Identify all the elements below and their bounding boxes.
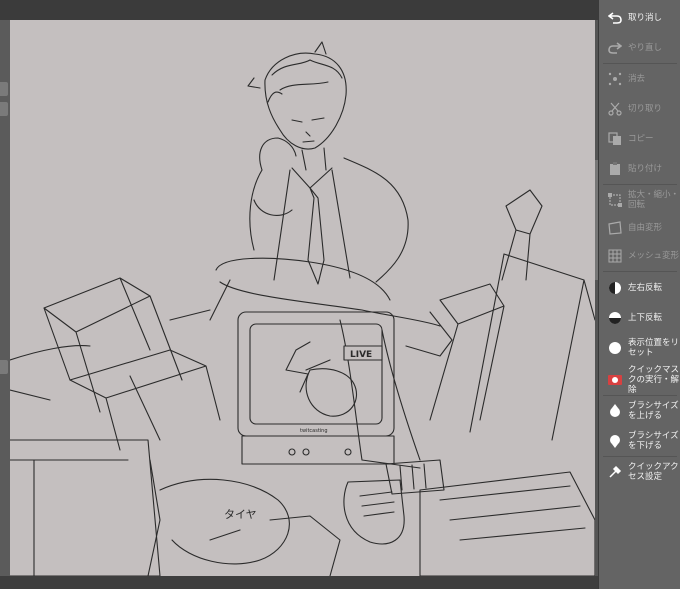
panel-item-label: やり直し bbox=[628, 43, 663, 53]
panel-item-brush-size-up[interactable]: ブラシサイズ を上げる bbox=[599, 396, 680, 426]
tv-live-label: LIVE bbox=[350, 350, 372, 360]
cut-icon bbox=[607, 101, 623, 117]
quick-access-settings-icon bbox=[607, 464, 623, 480]
flip-horizontal-icon bbox=[607, 280, 623, 296]
panel-item-label: 消去 bbox=[628, 74, 646, 84]
quick-access-panel: 取り消し やり直し 消去 切り取り コピー 貼り付け 拡大・縮小・ 回転 自由変… bbox=[598, 0, 680, 589]
panel-item-quick-access-settings[interactable]: クイックアク セス設定 bbox=[599, 457, 680, 487]
clear-icon bbox=[607, 71, 623, 87]
copy-icon bbox=[607, 131, 623, 147]
free-transform-icon bbox=[607, 220, 623, 236]
mesh-transform-icon bbox=[607, 248, 623, 264]
undo-icon bbox=[607, 10, 623, 26]
panel-item-scale-rotate[interactable]: 拡大・縮小・ 回転 bbox=[599, 185, 680, 215]
panel-item-label: 自由変形 bbox=[628, 223, 663, 233]
panel-item-free-transform[interactable]: 自由変形 bbox=[599, 213, 680, 243]
redo-icon bbox=[607, 40, 623, 56]
panel-item-flip-vertical[interactable]: 上下反転 bbox=[599, 303, 680, 333]
panel-item-label: 取り消し bbox=[628, 13, 663, 23]
left-strip-tab[interactable] bbox=[0, 102, 8, 116]
left-strip-tab[interactable] bbox=[0, 360, 8, 374]
panel-item-quick-mask[interactable]: クイックマス クの実行・解除 bbox=[599, 365, 680, 395]
panel-item-label: 切り取り bbox=[628, 104, 663, 114]
panel-divider bbox=[603, 271, 677, 272]
panel-item-label: 上下反転 bbox=[628, 313, 663, 323]
scale-rotate-icon bbox=[607, 192, 623, 208]
panel-item-label: ブラシサイズ を上げる bbox=[628, 401, 679, 421]
panel-item-redo[interactable]: やり直し bbox=[599, 33, 680, 63]
flip-vertical-icon bbox=[607, 310, 623, 326]
panel-item-cut[interactable]: 切り取り bbox=[599, 94, 680, 124]
bottom-status-bar bbox=[0, 576, 598, 589]
panel-item-label: 貼り付け bbox=[628, 164, 663, 174]
panel-item-label: クイックマス クの実行・解除 bbox=[628, 365, 680, 395]
quick-mask-icon bbox=[607, 372, 623, 388]
brush-size-down-icon bbox=[607, 433, 623, 449]
panel-item-undo[interactable]: 取り消し bbox=[599, 3, 680, 33]
top-toolbar bbox=[0, 0, 598, 20]
brush-size-up-icon bbox=[607, 403, 623, 419]
panel-item-label: コピー bbox=[628, 134, 654, 144]
panel-item-clear[interactable]: 消去 bbox=[599, 64, 680, 94]
reset-view-icon bbox=[607, 340, 623, 356]
panel-item-mesh-transform[interactable]: メッシュ変形 bbox=[599, 241, 680, 271]
left-tool-strip bbox=[0, 20, 10, 589]
panel-item-label: クイックアク セス設定 bbox=[628, 462, 679, 482]
panel-item-label: メッシュ変形 bbox=[628, 251, 680, 261]
artist-signature: タイヤ bbox=[224, 508, 257, 521]
panel-item-flip-horizontal[interactable]: 左右反転 bbox=[599, 273, 680, 303]
panel-item-reset-view[interactable]: 表示位置をリ セット bbox=[599, 333, 680, 363]
drawing-canvas[interactable]: LIVE twitcasting タイヤ bbox=[10, 20, 595, 576]
tv-caption: twitcasting bbox=[300, 428, 328, 434]
panel-item-paste[interactable]: 貼り付け bbox=[599, 154, 680, 184]
panel-item-label: 表示位置をリ セット bbox=[628, 338, 680, 358]
panel-item-label: 左右反転 bbox=[628, 283, 663, 293]
sketch-artwork: LIVE twitcasting タイヤ bbox=[10, 41, 595, 576]
left-strip-tab[interactable] bbox=[0, 82, 8, 96]
panel-item-brush-size-down[interactable]: ブラシサイズ を下げる bbox=[599, 426, 680, 456]
panel-item-label: ブラシサイズ を下げる bbox=[628, 431, 679, 451]
panel-item-copy[interactable]: コピー bbox=[599, 124, 680, 154]
panel-item-label: 拡大・縮小・ 回転 bbox=[628, 190, 680, 210]
paste-icon bbox=[607, 161, 623, 177]
